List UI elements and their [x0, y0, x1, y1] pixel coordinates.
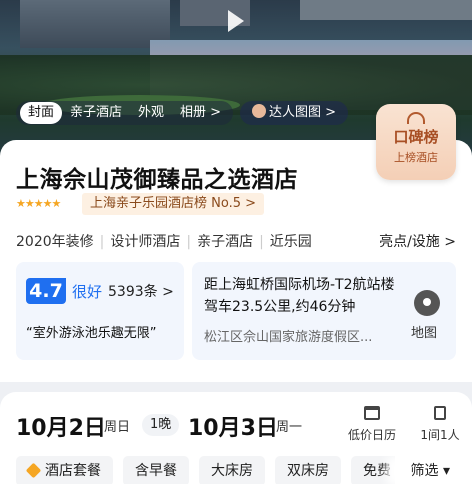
hero-building-image: [300, 0, 472, 20]
avatar: [252, 104, 266, 118]
filter-breakfast[interactable]: 含早餐: [123, 456, 189, 484]
location-summary[interactable]: 距上海虹桥国际机场-T2航站楼驾车23.5公里,约46分钟 松江区佘山国家旅游度…: [192, 262, 456, 360]
filter-king-bed[interactable]: 大床房: [199, 456, 265, 484]
hotel-tags: 2020年装修 | 设计师酒店 | 亲子酒店 | 近乐园: [16, 231, 312, 251]
tag-item: 2020年装修: [16, 234, 94, 250]
tag-icon: [25, 462, 42, 479]
talent-photos-button[interactable]: 达人图图 >: [240, 101, 349, 125]
divider: |: [259, 234, 264, 250]
tab-album[interactable]: 相册 >: [172, 102, 229, 124]
tag-item: 设计师酒店: [110, 234, 181, 250]
tab-cover[interactable]: 封面: [20, 102, 63, 124]
filter-button[interactable]: 筛选 ▾: [394, 456, 460, 484]
ranking-badge[interactable]: 口碑榜 上榜酒店: [376, 104, 456, 180]
badge-subtitle: 上榜酒店: [394, 151, 438, 164]
tag-item: 近乐园: [269, 234, 312, 250]
price-calendar-button[interactable]: 低价日历: [342, 406, 402, 443]
filter-label: 酒店套餐: [45, 463, 101, 479]
checkout-date[interactable]: 10月3日: [188, 410, 278, 442]
star-rating: ★★★★★: [16, 197, 61, 210]
map-label[interactable]: 地图: [411, 322, 437, 341]
hotel-name: 上海佘山茂御臻品之选酒店: [16, 167, 298, 193]
review-summary[interactable]: 4.7 很好 5393条 > “室外游泳池乐趣无限”: [16, 262, 184, 360]
checkout-weekday: 周一: [276, 420, 303, 435]
badge-title: 口碑榜: [393, 128, 439, 146]
tab-family-hotel[interactable]: 亲子酒店: [62, 102, 130, 124]
hero-building-image: [20, 0, 170, 48]
talent-photos-label: 达人图图 >: [269, 105, 337, 120]
door-icon: [434, 406, 446, 420]
room-filter-chips: 酒店套餐 含早餐 大床房 双床房 免费: [16, 456, 403, 484]
divider: |: [99, 234, 105, 250]
checkin-weekday: 周日: [104, 420, 131, 435]
divider: |: [186, 234, 192, 250]
review-quote: “室外游泳池乐趣无限”: [26, 326, 157, 341]
room-guest-button[interactable]: 1间1人: [414, 406, 466, 443]
tab-exterior[interactable]: 外观: [130, 102, 172, 124]
calendar-icon: [364, 406, 380, 420]
review-count-link[interactable]: 5393条 >: [108, 281, 174, 301]
price-calendar-label: 低价日历: [347, 428, 396, 442]
location-distance: 距上海虹桥国际机场-T2航站楼驾车23.5公里,约46分钟: [204, 277, 395, 315]
ranking-link[interactable]: 上海亲子乐园酒店榜 No.5 >: [82, 193, 265, 215]
filter-package[interactable]: 酒店套餐: [16, 456, 113, 484]
photo-category-tabs: 封面 亲子酒店 外观 相册 >: [16, 101, 234, 125]
room-guest-label: 1间1人: [420, 428, 460, 442]
booking-section: 10月2日 周日 1晚 10月3日 周一 低价日历 1间1人 酒店套餐 含早餐 …: [0, 392, 472, 484]
filter-twin-bed[interactable]: 双床房: [275, 456, 341, 484]
checkin-date[interactable]: 10月2日: [16, 410, 106, 442]
score-word: 很好: [72, 283, 103, 301]
location-address: 松江区佘山国家旅游度假区...: [204, 330, 373, 345]
badge-ornament-icon: [407, 112, 425, 124]
play-icon[interactable]: [228, 10, 244, 32]
score-badge: 4.7: [26, 278, 66, 304]
map-pin-icon[interactable]: [414, 290, 440, 316]
nights-badge: 1晚: [142, 414, 180, 436]
highlights-facilities-link[interactable]: 亮点/设施 >: [379, 231, 456, 251]
tag-item: 亲子酒店: [197, 234, 254, 250]
